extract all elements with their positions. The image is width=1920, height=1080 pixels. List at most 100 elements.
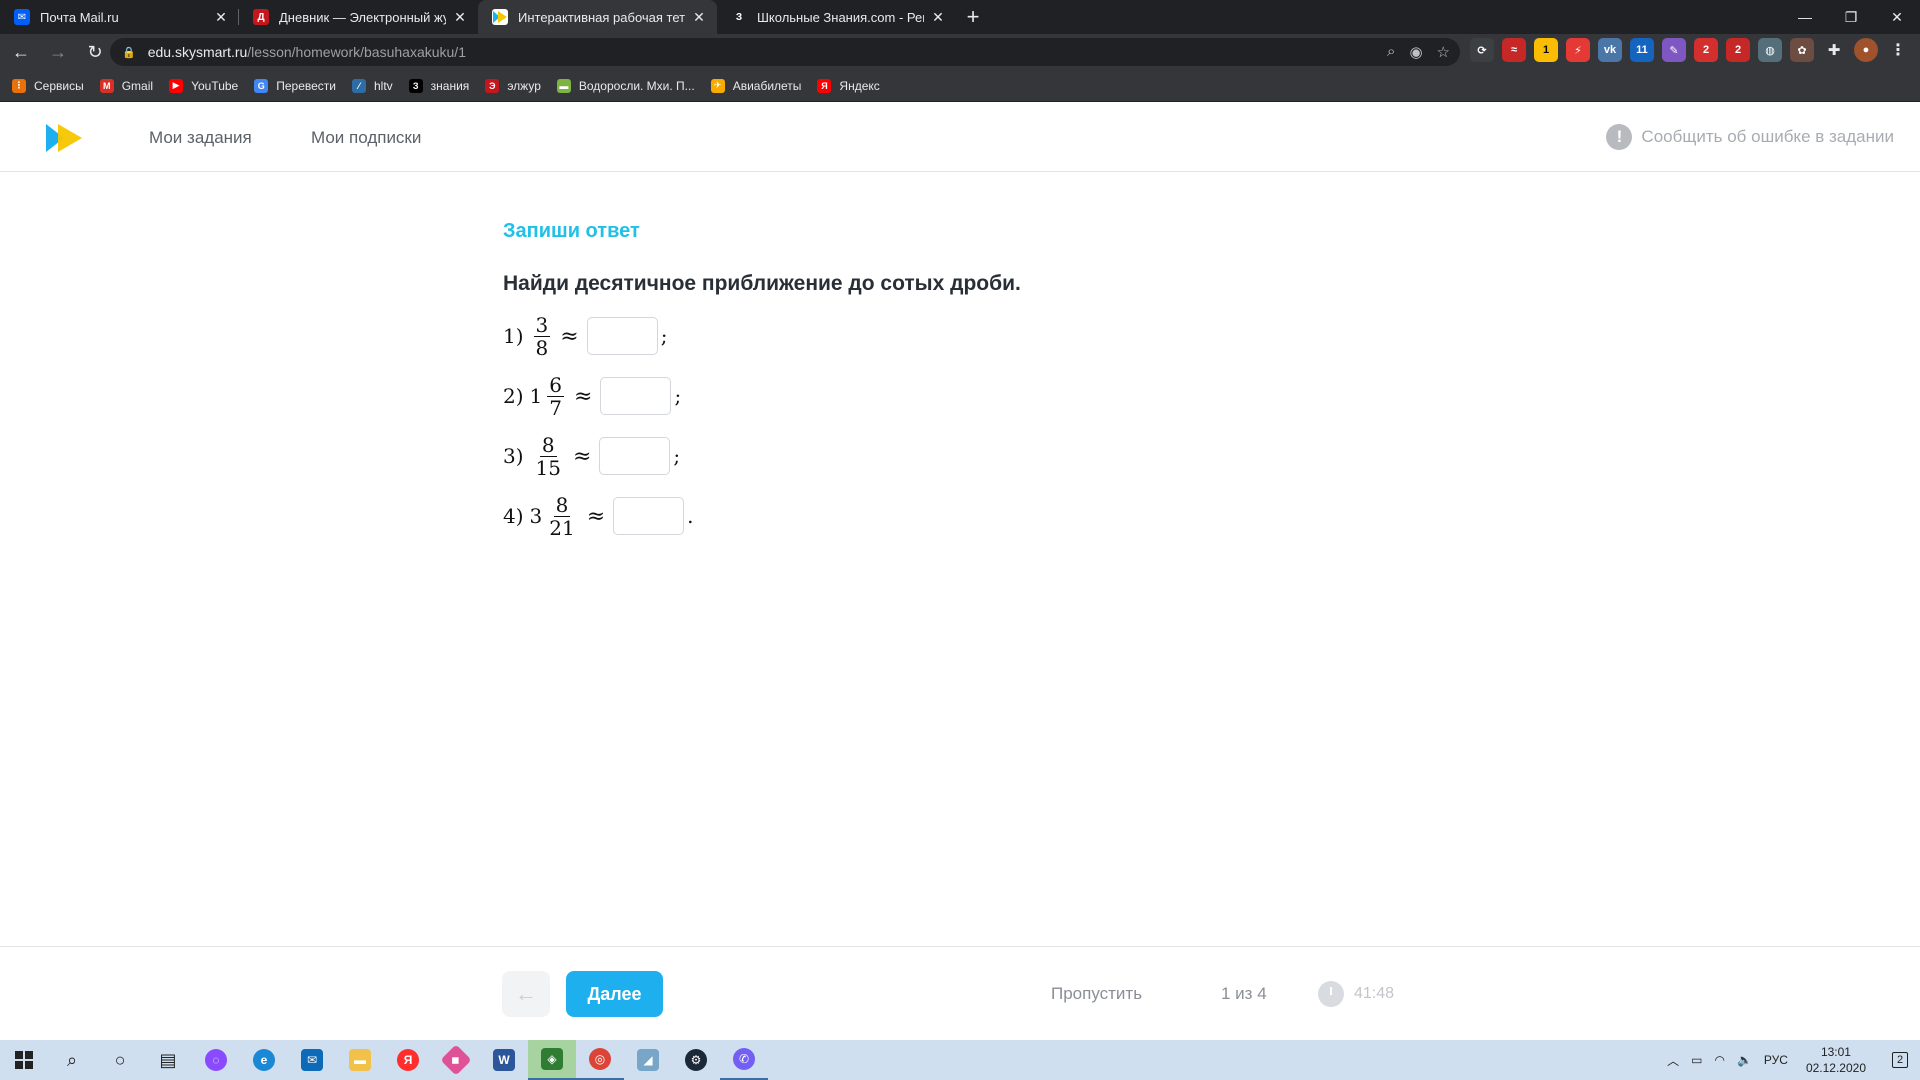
browser-tab-skysmart[interactable]: Интерактивная рабочая тетрад ✕ — [478, 0, 717, 34]
task-item-4: 4) 3 8 21 ≈ . — [503, 486, 1303, 546]
answer-input-3[interactable] — [599, 437, 671, 475]
yandex-browser-icon[interactable]: Я — [384, 1040, 432, 1080]
bookmark-translate[interactable]: G Перевести — [254, 78, 336, 93]
denominator: 21 — [549, 515, 575, 540]
timer-value: 41:48 — [1354, 985, 1395, 1002]
bookmark-algae[interactable]: ▬ Водоросли. Мхи. П... — [556, 78, 695, 93]
avatar[interactable]: ● — [1854, 38, 1878, 62]
language-indicator[interactable]: РУС — [1764, 1053, 1788, 1067]
bookmark-label: Перевести — [276, 78, 336, 93]
bookmark-yandex[interactable]: Я Яндекс — [817, 78, 880, 93]
browser-tab-diary[interactable]: Д Дневник — Электронный журн ✕ — [239, 0, 478, 34]
adblock-icon[interactable]: 2 — [1726, 38, 1750, 62]
word-icon[interactable]: W — [480, 1040, 528, 1080]
chevron-up-icon[interactable]: ︿ — [1667, 1052, 1679, 1069]
extension-badge-icon[interactable]: 11 — [1630, 38, 1654, 62]
back-icon[interactable]: ← — [5, 36, 37, 68]
nav-my-subscriptions[interactable]: Мои подписки — [311, 128, 421, 148]
cortana-icon[interactable]: ○ — [96, 1040, 144, 1080]
mail-app-icon[interactable]: ✉ — [288, 1040, 336, 1080]
viber-icon[interactable]: ✆ — [720, 1040, 768, 1080]
nav-my-tasks[interactable]: Мои задания — [149, 128, 252, 148]
app-icon[interactable]: ◢ — [624, 1040, 672, 1080]
network-adapter-icon[interactable]: ▭ — [1691, 1053, 1702, 1067]
mail-icon: ✉ — [14, 9, 30, 25]
restore-icon[interactable]: ❐ — [1828, 0, 1874, 34]
skip-button[interactable]: Пропустить — [1051, 984, 1142, 1004]
skysmart-logo[interactable] — [44, 122, 84, 154]
close-window-icon[interactable]: ✕ — [1874, 0, 1920, 34]
file-explorer-icon[interactable]: ▬ — [336, 1040, 384, 1080]
app-icon[interactable]: ◆ — [432, 1040, 480, 1080]
item-end: . — [687, 504, 694, 528]
extension-icon[interactable]: ≈ — [1502, 38, 1526, 62]
site-header: Мои задания Мои подписки ! Сообщить об о… — [0, 102, 1920, 172]
close-icon[interactable]: ✕ — [930, 9, 946, 26]
search-icon[interactable]: ⌕ — [48, 1040, 96, 1080]
zoom-icon[interactable]: ⌕ — [1387, 43, 1395, 61]
extension-icon[interactable]: ✎ — [1662, 38, 1686, 62]
close-icon[interactable]: ✕ — [691, 9, 707, 26]
task-question: Найди десятичное приближение до сотых др… — [503, 272, 1021, 295]
bookmark-znanija[interactable]: Ззнания — [408, 78, 469, 93]
extension-icon[interactable]: ◍ — [1758, 38, 1782, 62]
bookmark-gmail[interactable]: M Gmail — [99, 78, 153, 93]
extension-icon[interactable]: ⟳ — [1470, 38, 1494, 62]
bookmark-label: hltv — [373, 78, 393, 93]
vpn-app-icon[interactable]: ◈ — [528, 1040, 576, 1080]
answer-input-4[interactable] — [613, 497, 685, 535]
minimize-icon[interactable]: — — [1782, 0, 1828, 34]
bookmarks-bar: ⋮ Сервисы M Gmail ▶ YouTube G Перевести ⁄ hlt… — [0, 70, 1920, 102]
browser-tab-mail[interactable]: ✉ Почта Mail.ru ✕ — [0, 0, 239, 34]
task-footer: ← Далее Пропустить 1 из 4 41:48 — [0, 946, 1920, 1040]
close-icon[interactable]: ✕ — [452, 9, 468, 26]
vk-icon[interactable]: vk — [1598, 38, 1622, 62]
answer-input-2[interactable] — [600, 377, 672, 415]
task-timer: 41:48 — [1318, 981, 1394, 1007]
report-error-link[interactable]: ! Сообщить об ошибке в задании — [1606, 124, 1894, 150]
puzzle-icon[interactable]: ✚ — [1822, 38, 1846, 62]
bookmark-flights[interactable]: ✈ Авиабилеты — [710, 78, 802, 93]
bookmark-eljur[interactable]: Ээлжур — [485, 78, 541, 93]
bookmark-label: Авиабилеты — [732, 78, 802, 93]
url-path: /lesson/homework/basuhaxakuku/1 — [247, 44, 466, 60]
exclamation-icon: ! — [1606, 124, 1633, 150]
clock-date: 02.12.2020 — [1805, 1061, 1866, 1075]
znanija-icon: З — [731, 9, 747, 25]
previous-button[interactable]: ← — [502, 971, 550, 1017]
menu-dots-icon[interactable]: ⋮ — [1886, 38, 1910, 62]
wifi-icon[interactable]: ◠ — [1714, 1053, 1724, 1067]
task-item-1: 1) 38 ≈ ; — [503, 306, 1303, 366]
system-tray: ︿ ▭ ◠ 🔈 РУС 13:01 02.12.2020 2 — [1667, 1040, 1920, 1080]
close-icon[interactable]: ✕ — [213, 9, 229, 26]
extension-icon[interactable]: ✿ — [1790, 38, 1814, 62]
new-tab-button[interactable]: + — [956, 0, 990, 34]
forward-icon[interactable]: → — [42, 36, 74, 68]
fraction: 67 — [547, 374, 564, 419]
notifications-icon[interactable]: 2 — [1880, 1040, 1920, 1080]
edge-icon[interactable]: e — [240, 1040, 288, 1080]
bookmark-youtube[interactable]: ▶ YouTube — [169, 78, 239, 93]
task-content: Запиши ответ Найди десятичное приближени… — [503, 220, 1303, 546]
browser-tab-znanija[interactable]: З Школьные Знания.com - Решае ✕ — [717, 0, 956, 34]
chrome-icon[interactable]: ◎ — [576, 1040, 624, 1080]
next-button[interactable]: Далее — [566, 971, 663, 1017]
reload-icon[interactable]: ↻ — [79, 36, 111, 68]
extension-icon[interactable]: ⚡ — [1566, 38, 1590, 62]
windows-start-icon[interactable] — [0, 1040, 48, 1080]
extension-badge-icon[interactable]: 2 — [1694, 38, 1718, 62]
bookmark-services[interactable]: ⋮ Сервисы — [12, 78, 84, 93]
task-view-icon[interactable]: ▤ — [144, 1040, 192, 1080]
bookmark-star-icon[interactable]: ☆ — [1437, 43, 1450, 61]
answer-input-1[interactable] — [586, 317, 658, 355]
bookmark-label: YouTube — [191, 78, 239, 93]
bookmark-hltv[interactable]: ⁄ hltv — [351, 78, 393, 93]
steam-icon[interactable]: ⚙ — [672, 1040, 720, 1080]
task-type-label: Запиши ответ — [503, 220, 640, 242]
alice-icon[interactable]: ◌ — [192, 1040, 240, 1080]
system-clock[interactable]: 13:01 02.12.2020 — [1806, 1044, 1866, 1076]
volume-icon[interactable]: 🔈 — [1737, 1053, 1752, 1067]
address-bar[interactable]: 🔒 edu.skysmart.ru/lesson/homework/basuha… — [110, 38, 1460, 66]
extension-badge-icon[interactable]: 1 — [1534, 38, 1558, 62]
tracking-eye-icon[interactable]: ◉ — [1409, 43, 1422, 61]
